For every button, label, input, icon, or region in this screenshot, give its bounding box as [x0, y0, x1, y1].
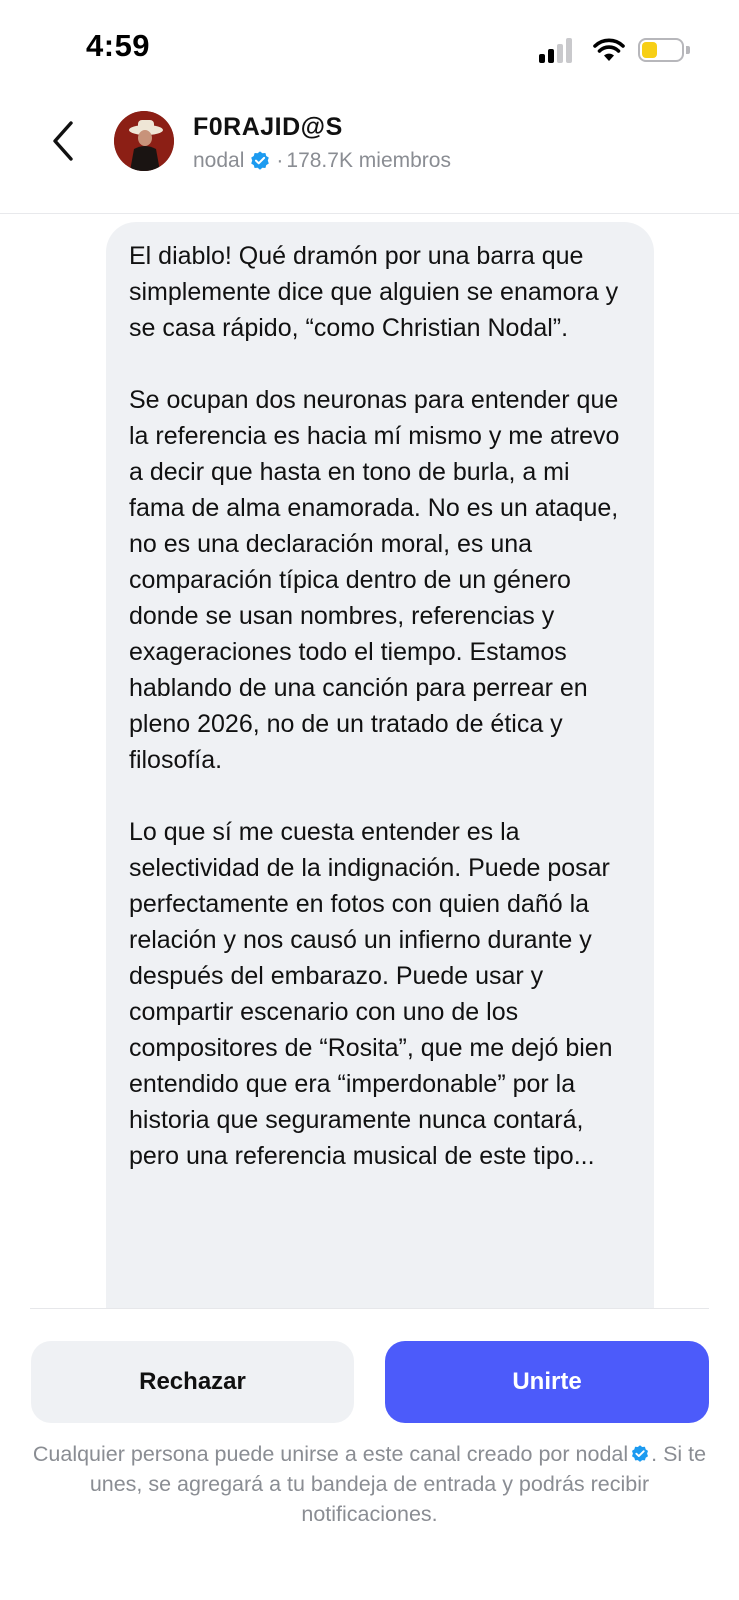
chevron-left-icon [53, 121, 73, 161]
channel-name: F0RAJID@S [193, 113, 343, 141]
channel-header: F0RAJID@S nodal · 178.7K miembros [0, 96, 739, 214]
channel-owner[interactable]: nodal [193, 149, 244, 173]
meta-separator: · [276, 149, 284, 172]
footer-divider [30, 1308, 709, 1309]
message-paragraph: Se ocupan dos neuronas para entender que… [129, 386, 620, 774]
message-paragraph: El diablo! Qué dramón por una barra que … [129, 242, 619, 342]
footer-note-start: Cualquier persona puede unirse a este ca… [32, 1442, 570, 1466]
verified-badge-icon [251, 151, 270, 170]
wifi-icon [593, 38, 625, 61]
verified-badge-icon [632, 1445, 649, 1462]
join-button[interactable]: Unirte [385, 1341, 709, 1423]
member-count: 178.7K miembros [286, 149, 451, 172]
footer-note-owner[interactable]: nodal [576, 1442, 629, 1466]
message-area[interactable]: El diablo! Qué dramón por una barra que … [0, 214, 739, 1308]
battery-icon [638, 38, 690, 62]
status-bar: 4:59 [0, 0, 739, 96]
signal-icon [539, 37, 579, 63]
avatar-image [114, 111, 174, 171]
reject-button[interactable]: Rechazar [31, 1341, 354, 1423]
message-bubble: El diablo! Qué dramón por una barra que … [106, 222, 654, 1308]
channel-avatar[interactable] [114, 111, 174, 171]
status-time: 4:59 [86, 28, 151, 63]
channel-meta: nodal · 178.7K miembros [193, 149, 451, 173]
footer-note: Cualquier persona puede unirse a este ca… [24, 1439, 715, 1529]
back-button[interactable] [38, 116, 88, 166]
message-paragraph: Lo que sí me cuesta entender es la selec… [129, 818, 613, 1170]
